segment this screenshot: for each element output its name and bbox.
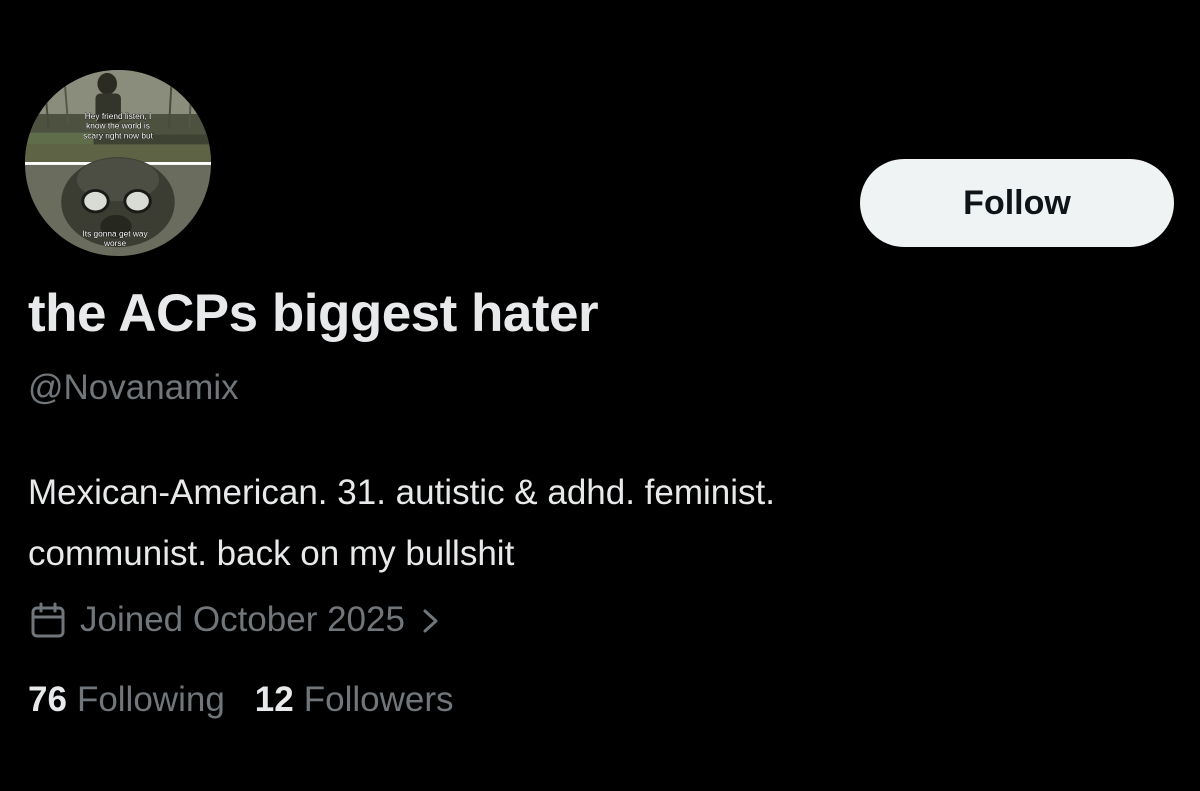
profile-display-name: the ACPs biggest hater	[28, 284, 599, 343]
bio-line: communist. back on my bullshit	[28, 534, 515, 573]
profile-bio: Mexican-American. 31. autistic & adhd. f…	[28, 462, 1168, 584]
avatar-caption-bottom-1: Its gonna get way	[82, 228, 148, 238]
followers-count: 12	[254, 680, 294, 719]
profile-stats: 76 Following 12 Followers	[28, 680, 484, 720]
avatar-caption-top-2: know the world is	[86, 121, 150, 131]
bio-line: Mexican-American. 31. autistic & adhd. f…	[28, 473, 775, 512]
following-count: 76	[28, 680, 67, 719]
joined-date-link[interactable]: Joined October 2025	[28, 597, 443, 643]
joined-date-text: Joined October 2025	[80, 600, 405, 639]
profile-avatar[interactable]: Hey friend listen, I know the world is s…	[23, 68, 213, 258]
profile-handle: @Novanamix	[28, 368, 239, 407]
avatar-caption-bottom-2: worse	[103, 238, 127, 248]
avatar-meme-image: Hey friend listen, I know the world is s…	[25, 70, 211, 256]
chevron-right-icon	[419, 605, 443, 635]
calendar-icon	[28, 600, 68, 640]
following-link[interactable]: 76 Following	[28, 680, 225, 720]
follow-button[interactable]: Follow	[860, 159, 1174, 247]
avatar-caption-top-3: scary right now but	[83, 131, 153, 141]
followers-label: Followers	[303, 680, 454, 719]
followers-link[interactable]: 12 Followers	[255, 680, 454, 720]
avatar-caption-top-1: Hey friend listen, I	[85, 111, 152, 121]
following-label: Following	[76, 680, 225, 719]
